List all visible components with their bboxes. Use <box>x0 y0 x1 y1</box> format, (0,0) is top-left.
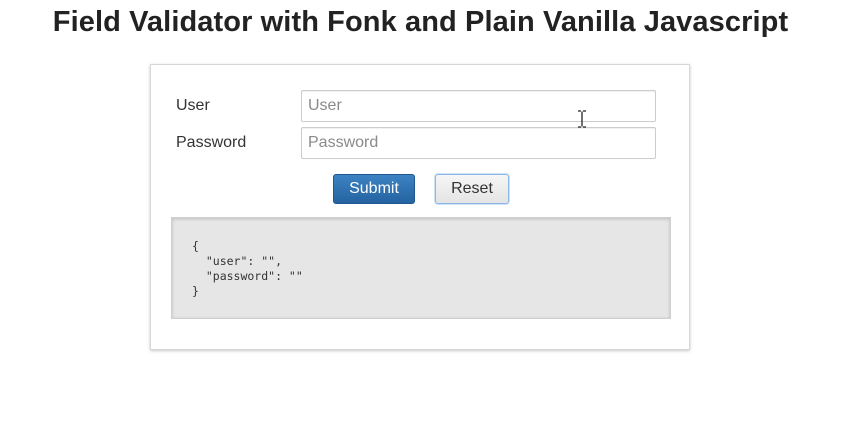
user-label: User <box>176 97 210 114</box>
user-input[interactable] <box>301 90 656 122</box>
submit-button[interactable]: Submit <box>333 174 415 204</box>
password-label: Password <box>176 134 247 151</box>
password-input[interactable] <box>301 127 656 159</box>
form-card: User Password Submit Reset { "user": "",… <box>150 64 690 350</box>
form-state-output: { "user": "", "password": "" } <box>171 217 671 319</box>
page-title: Field Validator with Fonk and Plain Vani… <box>52 6 789 38</box>
reset-button[interactable]: Reset <box>435 174 509 204</box>
